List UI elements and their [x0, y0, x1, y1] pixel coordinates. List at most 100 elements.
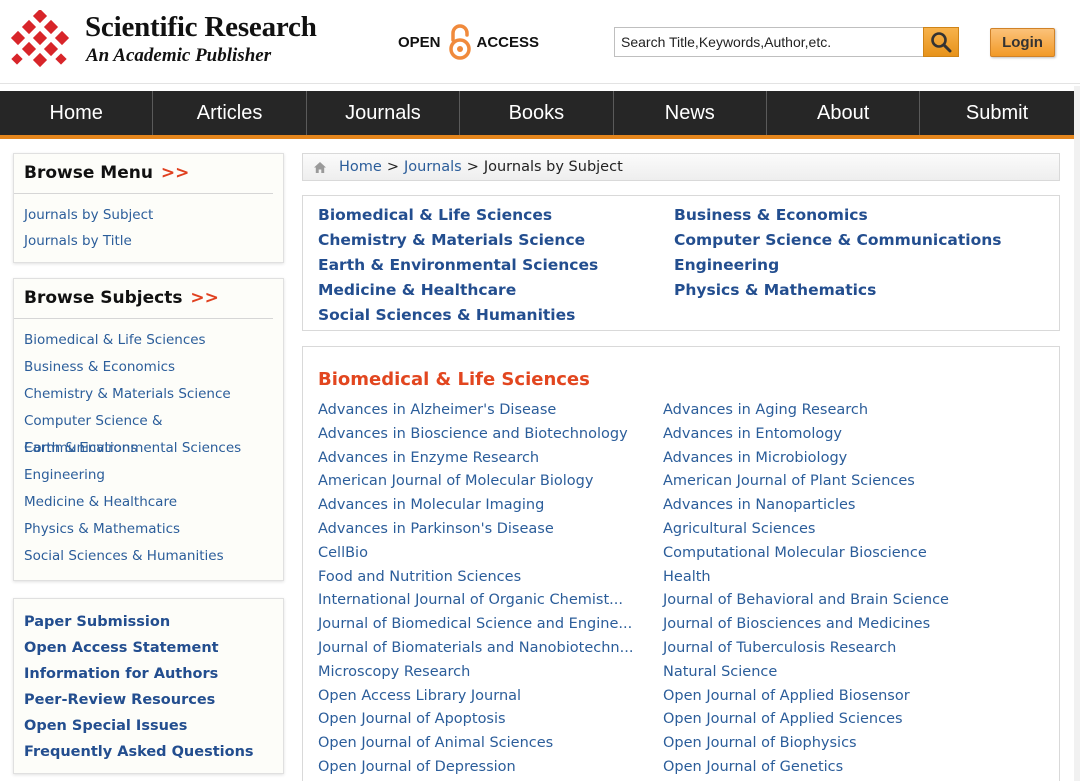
page-scrollbar[interactable] — [1074, 86, 1080, 781]
journal-link[interactable]: Advances in Aging Research — [663, 399, 949, 423]
nav-news[interactable]: News — [614, 91, 767, 135]
journal-link[interactable]: Computational Molecular Bioscience — [663, 542, 949, 566]
journal-link[interactable]: Open Journal of Depression — [318, 756, 633, 780]
author-links-list: Paper Submission Open Access Statement I… — [14, 599, 283, 775]
subject-link[interactable]: Physics & Mathematics — [24, 516, 273, 543]
subject-category-link[interactable]: Engineering — [674, 256, 779, 274]
browse-menu-item[interactable]: Journals by Subject — [24, 202, 273, 228]
nav-books[interactable]: Books — [460, 91, 614, 135]
journal-link[interactable]: Journal of Biosciences and Medicines — [663, 613, 949, 637]
subject-category-link[interactable]: Earth & Environmental Sciences — [318, 256, 598, 274]
journal-link[interactable]: Health — [663, 566, 949, 590]
subject-categories-panel: Biomedical & Life Sciences Chemistry & M… — [302, 195, 1060, 331]
open-lock-icon — [448, 24, 471, 60]
open-access-statement-link[interactable]: Open Access Statement — [24, 635, 273, 661]
subject-link[interactable]: Computer Science & Communications — [24, 408, 273, 456]
journal-link[interactable]: American Journal of Molecular Biology — [318, 470, 633, 494]
browse-menu-item[interactable]: Journals by Title — [24, 228, 273, 254]
author-links-panel: Paper Submission Open Access Statement I… — [13, 598, 284, 774]
site-header: Scientific Research An Academic Publishe… — [0, 0, 1080, 84]
open-access-left-text: OPEN — [398, 33, 441, 51]
breadcrumb-separator: > — [466, 159, 479, 175]
journal-section-heading: Biomedical & Life Sciences — [318, 369, 590, 390]
journal-link[interactable]: Natural Science — [663, 661, 949, 685]
journal-link[interactable]: Microscopy Research — [318, 661, 633, 685]
journal-link[interactable]: Open Journal of Animal Sciences — [318, 732, 633, 756]
scirp-logo-icon[interactable] — [8, 10, 72, 74]
home-icon[interactable] — [307, 154, 333, 180]
journal-link[interactable]: Advances in Entomology — [663, 423, 949, 447]
nav-journals[interactable]: Journals — [307, 91, 461, 135]
journal-link[interactable]: Journal of Biomaterials and Nanobiotechn… — [318, 637, 633, 661]
journal-list-right: Advances in Aging Research Advances in E… — [663, 399, 949, 780]
subject-category-link[interactable]: Computer Science & Communications — [674, 231, 1001, 249]
browse-subjects-list: Biomedical & Life Sciences Business & Ec… — [14, 319, 283, 578]
journal-link[interactable]: Open Journal of Apoptosis — [318, 708, 633, 732]
journal-link[interactable]: CellBio — [318, 542, 633, 566]
open-access-badge: OPEN ACCESS — [398, 24, 539, 60]
subject-category-link[interactable]: Social Sciences & Humanities — [318, 306, 575, 324]
journal-link[interactable]: Advances in Molecular Imaging — [318, 494, 633, 518]
journal-link[interactable]: Advances in Microbiology — [663, 447, 949, 471]
breadcrumb-home-link[interactable]: Home — [339, 159, 382, 175]
subject-link[interactable]: Medicine & Healthcare — [24, 489, 273, 516]
journal-link[interactable]: Open Journal of Applied Biosensor — [663, 685, 949, 709]
browse-subjects-title: Browse Subjects — [24, 288, 183, 308]
journal-link[interactable]: Open Journal of Biophysics — [663, 732, 949, 756]
login-button[interactable]: Login — [990, 28, 1055, 57]
subject-link[interactable]: Earth & Environmental Sciences — [24, 435, 273, 462]
breadcrumb: Home > Journals > Journals by Subject — [302, 153, 1060, 181]
subject-link[interactable]: Chemistry & Materials Science — [24, 381, 273, 408]
subject-category-link[interactable]: Chemistry & Materials Science — [318, 231, 585, 249]
double-arrow-icon: >> — [190, 288, 219, 308]
subject-category-link[interactable]: Physics & Mathematics — [674, 281, 876, 299]
journal-link[interactable]: Journal of Tuberculosis Research — [663, 637, 949, 661]
subject-link[interactable]: Social Sciences & Humanities — [24, 543, 273, 570]
journal-link[interactable]: American Journal of Plant Sciences — [663, 470, 949, 494]
information-for-authors-link[interactable]: Information for Authors — [24, 661, 273, 687]
browse-menu-heading: Browse Menu >> — [14, 154, 273, 194]
journal-link[interactable]: Open Journal of Applied Sciences — [663, 708, 949, 732]
browse-menu-panel: Browse Menu >> Journals by Subject Journ… — [13, 153, 284, 263]
logo-subtitle: An Academic Publisher — [86, 45, 272, 66]
journal-link[interactable]: Food and Nutrition Sciences — [318, 566, 633, 590]
open-special-issues-link[interactable]: Open Special Issues — [24, 713, 273, 739]
journal-link[interactable]: Advances in Enzyme Research — [318, 447, 633, 471]
faq-link[interactable]: Frequently Asked Questions — [24, 739, 273, 765]
subject-link[interactable]: Biomedical & Life Sciences — [24, 327, 273, 354]
nav-home[interactable]: Home — [0, 91, 154, 135]
search-input[interactable] — [614, 27, 924, 57]
open-access-right-text: ACCESS — [476, 33, 540, 51]
peer-review-resources-link[interactable]: Peer-Review Resources — [24, 687, 273, 713]
breadcrumb-current: Journals by Subject — [483, 159, 623, 175]
subject-category-link[interactable]: Biomedical & Life Sciences — [318, 206, 552, 224]
paper-submission-link[interactable]: Paper Submission — [24, 609, 273, 635]
search-icon — [931, 32, 952, 53]
journal-link[interactable]: Agricultural Sciences — [663, 518, 949, 542]
journal-link[interactable]: Journal of Behavioral and Brain Science — [663, 589, 949, 613]
journal-link[interactable]: Journal of Biomedical Science and Engine… — [318, 613, 633, 637]
journal-link[interactable]: Advances in Nanoparticles — [663, 494, 949, 518]
main-nav: Home Articles Journals Books News About … — [0, 91, 1080, 139]
journal-link[interactable]: Advances in Alzheimer's Disease — [318, 399, 633, 423]
journal-link[interactable]: Open Access Library Journal — [318, 685, 633, 709]
subject-link[interactable]: Engineering — [24, 462, 273, 489]
journal-list-panel: Biomedical & Life Sciences Advances in A… — [302, 346, 1060, 781]
breadcrumb-separator: > — [386, 159, 399, 175]
journal-link[interactable]: International Journal of Organic Chemist… — [318, 589, 633, 613]
breadcrumb-journals-link[interactable]: Journals — [404, 159, 462, 175]
journal-link[interactable]: Advances in Parkinson's Disease — [318, 518, 633, 542]
journal-link[interactable]: Open Journal of Genetics — [663, 756, 949, 780]
search-button[interactable] — [923, 27, 959, 57]
subject-category-link[interactable]: Medicine & Healthcare — [318, 281, 516, 299]
subject-category-link[interactable]: Business & Economics — [674, 206, 868, 224]
journal-list-left: Advances in Alzheimer's Disease Advances… — [318, 399, 633, 780]
nav-submit[interactable]: Submit — [920, 91, 1073, 135]
logo-title[interactable]: Scientific Research — [85, 11, 317, 44]
browse-menu-list: Journals by Subject Journals by Title — [14, 194, 283, 262]
nav-articles[interactable]: Articles — [153, 91, 307, 135]
subject-link[interactable]: Business & Economics — [24, 354, 273, 381]
journal-link[interactable]: Advances in Bioscience and Biotechnology — [318, 423, 633, 447]
double-arrow-icon: >> — [160, 163, 190, 183]
nav-about[interactable]: About — [767, 91, 921, 135]
